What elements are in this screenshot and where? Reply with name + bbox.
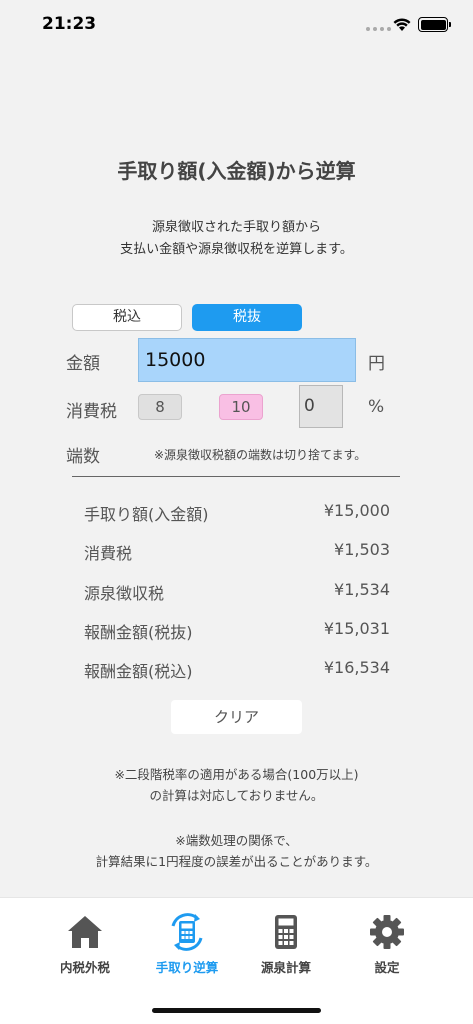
- wifi-icon: [393, 18, 411, 31]
- consumption-tax-label: 消費税: [66, 402, 117, 422]
- tax-inclusive-toggle[interactable]: 税込: [72, 304, 182, 331]
- result-label: 消費税: [84, 544, 133, 563]
- tab-label: 手取り逆算: [155, 960, 219, 975]
- tab-net-reverse[interactable]: 手取り逆算: [132, 898, 242, 983]
- amount-label: 金額: [66, 354, 100, 374]
- signal-icon: [366, 27, 391, 31]
- note-line-3: ※端数処理の関係で、: [175, 833, 298, 848]
- rounding-label: 端数: [66, 447, 100, 467]
- custom-tax-rate-input[interactable]: 0: [299, 385, 343, 428]
- house-icon: [68, 916, 102, 948]
- description-line-1: 源泉徴収された手取り額から: [151, 220, 321, 235]
- yen-unit-label: 円: [368, 354, 385, 374]
- result-row-fee-incl-tax: 報酬金額(税込) ¥16,534: [84, 658, 390, 682]
- battery-icon: [418, 17, 451, 32]
- result-value: ¥1,534: [334, 580, 390, 599]
- result-label: 手取り額(入金額): [84, 505, 209, 524]
- tab-bar: 内税外税 手取り逆算 源泉計算 設定: [0, 897, 473, 1024]
- divider: [72, 476, 400, 477]
- result-row-fee-excl-tax: 報酬金額(税抜) ¥15,031: [84, 619, 390, 643]
- percent-unit-label: %: [368, 397, 385, 417]
- tab-label: 源泉計算: [260, 960, 311, 975]
- tab-withholding-calc[interactable]: 源泉計算: [231, 898, 341, 983]
- result-label: 報酬金額(税抜): [84, 623, 193, 642]
- tab-tax-in-out[interactable]: 内税外税: [30, 898, 140, 983]
- result-label: 報酬金額(税込): [84, 662, 193, 681]
- result-value: ¥16,534: [323, 658, 390, 677]
- amount-input[interactable]: 15000: [138, 338, 356, 382]
- status-time: 21:23: [42, 14, 97, 34]
- tax-rate-10-button[interactable]: 10: [219, 394, 263, 420]
- page-title: 手取り額(入金額)から逆算: [117, 159, 356, 183]
- tab-label: 設定: [374, 960, 400, 975]
- clear-button[interactable]: クリア: [171, 700, 302, 734]
- note-line-1: ※二段階税率の適用がある場合(100万以上): [114, 767, 359, 782]
- result-value: ¥15,000: [323, 501, 390, 520]
- calculator-icon: [275, 915, 297, 949]
- result-row-consumption-tax: 消費税 ¥1,503: [84, 540, 390, 564]
- home-indicator: [152, 1008, 321, 1013]
- result-row-withholding-tax: 源泉徴収税 ¥1,534: [84, 580, 390, 604]
- rounding-note: ※源泉徴収税額の端数は切り捨てます。: [154, 448, 367, 462]
- result-value: ¥15,031: [323, 619, 390, 638]
- note-line-4: 計算結果に1円程度の誤差が出ることがあります。: [95, 854, 378, 869]
- result-row-net-amount: 手取り額(入金額) ¥15,000: [84, 501, 390, 525]
- tax-rate-8-button[interactable]: 8: [138, 394, 182, 420]
- gear-icon: [370, 915, 404, 949]
- status-bar: 21:23: [0, 0, 473, 50]
- calculator-refresh-icon: [171, 913, 203, 951]
- tab-label: 内税外税: [59, 960, 110, 975]
- note-line-2: の計算は対応しておりません。: [149, 788, 324, 803]
- description-line-2: 支払い金額や源泉徴収税を逆算します。: [120, 242, 353, 257]
- tab-settings[interactable]: 設定: [332, 898, 442, 983]
- tax-exclusive-toggle[interactable]: 税抜: [192, 304, 302, 331]
- result-label: 源泉徴収税: [84, 584, 165, 603]
- result-value: ¥1,503: [334, 540, 390, 559]
